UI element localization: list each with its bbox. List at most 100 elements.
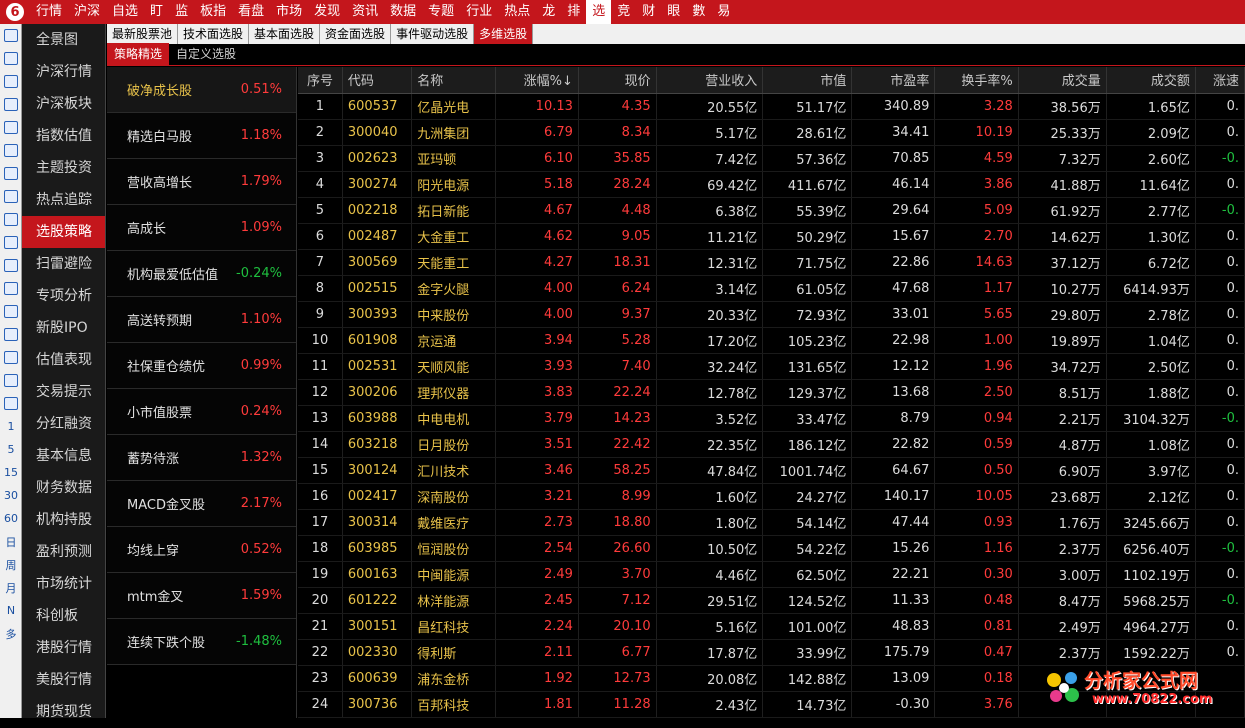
sort-icon[interactable] — [0, 323, 22, 346]
col-turnover-header[interactable]: 换手率% — [934, 67, 1019, 94]
table-row[interactable]: 19 600163 中闽能源 2.49 3.70 4.46亿 62.50亿 22.21 0.30… — [298, 561, 1245, 588]
period-button[interactable]: 日 — [0, 530, 22, 553]
category-tab[interactable]: 资金面选股 — [320, 24, 392, 44]
table-row[interactable]: 12 300206 理邦仪器 3.83 22.24 12.78亿 129.37亿 13.68 2… — [298, 379, 1245, 406]
left-nav-item[interactable]: 扫雷避险 — [22, 248, 105, 280]
period-button[interactable]: 周 — [0, 553, 22, 576]
period-button[interactable]: 月 — [0, 576, 22, 599]
col-price-header[interactable]: 现价 — [578, 67, 657, 94]
left-nav-item[interactable]: 选股策略 — [22, 216, 105, 248]
down-icon[interactable] — [0, 70, 22, 93]
mode-tab[interactable]: 策略精选 — [107, 43, 170, 65]
table-row[interactable]: 15 300124 汇川技术 3.46 58.25 47.84亿 1001.74亿 64.67… — [298, 457, 1245, 484]
table-row[interactable]: 16 002417 深南股份 3.21 8.99 1.60亿 24.27亿 140.17 10.… — [298, 483, 1245, 510]
col-change-header[interactable]: 涨幅%↓ — [495, 67, 579, 94]
strategy-item[interactable]: 精选白马股 1.18% — [107, 113, 296, 159]
left-nav-item[interactable]: 基本信息 — [22, 440, 105, 472]
report-icon[interactable] — [0, 93, 22, 116]
col-speed-header[interactable]: 涨速 — [1195, 67, 1245, 94]
left-nav-item[interactable]: 全景图 — [22, 24, 105, 56]
top-nav-item[interactable]: 行业 — [460, 0, 498, 24]
table-row[interactable]: 18 603985 恒润股份 2.54 26.60 10.50亿 54.22亿 15.26 1.… — [298, 535, 1245, 562]
table-row[interactable]: 7 300569 天能重工 4.27 18.31 12.31亿 71.75亿 22.86 14.… — [298, 249, 1245, 276]
strategy-item[interactable]: 小市值股票 0.24% — [107, 389, 296, 435]
strategy-item[interactable]: 营收高增长 1.79% — [107, 159, 296, 205]
strategy-item[interactable]: mtm金叉 1.59% — [107, 573, 296, 619]
top-nav-item[interactable]: 数据 — [384, 0, 422, 24]
table-row[interactable]: 1 600537 亿晶光电 10.13 4.35 20.55亿 51.17亿 340.89 3.… — [298, 93, 1245, 120]
left-nav-item[interactable]: 估值表现 — [22, 344, 105, 376]
col-amount-header[interactable]: 成交额 — [1106, 67, 1196, 94]
target-icon[interactable] — [0, 277, 22, 300]
table-row[interactable]: 3 002623 亚玛顿 6.10 35.85 7.42亿 57.36亿 70.85 4.59 7… — [298, 145, 1245, 172]
chart-line-icon[interactable] — [0, 139, 22, 162]
table-row[interactable]: 20 601222 林洋能源 2.45 7.12 29.51亿 124.52亿 11.33 0.… — [298, 587, 1245, 614]
top-nav-item[interactable]: 市场 — [270, 0, 308, 24]
left-nav-item[interactable]: 财务数据 — [22, 472, 105, 504]
table-row[interactable]: 8 002515 金字火腿 4.00 6.24 3.14亿 61.05亿 47.68 1.17 1… — [298, 275, 1245, 302]
col-volume-header[interactable]: 成交量 — [1018, 67, 1107, 94]
strategy-item[interactable]: 破净成长股 0.51% — [107, 67, 296, 113]
top-nav-item[interactable]: 热点 — [498, 0, 536, 24]
table-row[interactable]: 6 002487 大金重工 4.62 9.05 11.21亿 50.29亿 15.67 2.70… — [298, 223, 1245, 250]
period-button[interactable]: 5 — [0, 438, 22, 461]
top-nav-item[interactable]: 财 — [636, 0, 661, 24]
top-nav-item[interactable]: 选 — [586, 0, 612, 24]
left-nav-item[interactable]: 交易提示 — [22, 376, 105, 408]
top-nav-item[interactable]: 专题 — [422, 0, 460, 24]
left-nav-item[interactable]: 热点追踪 — [22, 184, 105, 216]
table-row[interactable]: 5 002218 拓日新能 4.67 4.48 6.38亿 55.39亿 29.64 5.09 6… — [298, 197, 1245, 224]
col-revenue-header[interactable]: 营业收入 — [656, 67, 764, 94]
strategy-item[interactable]: 连续下跌个股 -1.48% — [107, 619, 296, 665]
left-nav-item[interactable]: 分红融资 — [22, 408, 105, 440]
top-nav-item[interactable]: 监 — [169, 0, 194, 24]
pen-icon[interactable] — [0, 369, 22, 392]
left-nav-item[interactable]: 期货现货 — [22, 696, 105, 728]
left-nav-item[interactable]: 科创板 — [22, 600, 105, 632]
top-nav-item[interactable]: 行情 — [30, 0, 68, 24]
table-row[interactable]: 4 300274 阳光电源 5.18 28.24 69.42亿 411.67亿 46.14 3.… — [298, 171, 1245, 198]
category-tab[interactable]: 多维选股 — [474, 24, 534, 44]
table-row[interactable]: 10 601908 京运通 3.94 5.28 17.20亿 105.23亿 22.98 1.0… — [298, 327, 1245, 354]
app-logo[interactable]: 6 — [0, 0, 30, 24]
left-nav-item[interactable]: 新股IPO — [22, 312, 105, 344]
left-nav-item[interactable]: 沪深板块 — [22, 88, 105, 120]
strategy-item[interactable]: 高成长 1.09% — [107, 205, 296, 251]
left-nav-item[interactable]: 盈利预测 — [22, 536, 105, 568]
export-icon[interactable] — [0, 346, 22, 369]
top-nav-item[interactable]: 竞 — [611, 0, 636, 24]
refresh-icon[interactable] — [0, 392, 22, 415]
col-code-header[interactable]: 代码 — [342, 67, 413, 94]
table-row[interactable]: 13 603988 中电电机 3.79 14.23 3.52亿 33.47亿 8.79 0.94… — [298, 405, 1245, 432]
list-icon[interactable] — [0, 300, 22, 323]
top-nav-item[interactable]: 沪深 — [68, 0, 106, 24]
category-tab[interactable]: 最新股票池 — [107, 24, 179, 44]
table-row[interactable]: 22 002330 得利斯 2.11 6.77 17.87亿 33.99亿 175.79 0.4… — [298, 639, 1245, 666]
table-row[interactable]: 17 300314 戴维医疗 2.73 18.80 1.80亿 54.14亿 47.44 0.9… — [298, 509, 1245, 536]
table-row[interactable]: 23 600639 浦东金桥 1.92 12.73 20.08亿 142.88亿 13.09 0… — [298, 665, 1245, 692]
top-nav-item[interactable]: 发现 — [308, 0, 346, 24]
period-button[interactable]: 60 — [0, 507, 22, 530]
category-tab[interactable]: 基本面选股 — [249, 24, 321, 44]
up-icon[interactable] — [0, 47, 22, 70]
col-market-cap-header[interactable]: 市值 — [762, 67, 853, 94]
table-row[interactable]: 11 002531 天顺风能 3.93 7.40 32.24亿 131.65亿 12.12 1.… — [298, 353, 1245, 380]
strategy-item[interactable]: 社保重仓绩优 0.99% — [107, 343, 296, 389]
grid-icon[interactable] — [0, 116, 22, 139]
category-tab[interactable]: 事件驱动选股 — [391, 24, 475, 44]
left-nav-item[interactable]: 美股行情 — [22, 664, 105, 696]
strategy-item[interactable]: MACD金叉股 2.17% — [107, 481, 296, 527]
left-nav-item[interactable]: 专项分析 — [22, 280, 105, 312]
top-nav-item[interactable]: 排 — [561, 0, 586, 24]
category-tab[interactable]: 技术面选股 — [178, 24, 250, 44]
strategy-item[interactable]: 机构最爱低估值 -0.24% — [107, 251, 296, 297]
strategy-item[interactable]: 高送转预期 1.10% — [107, 297, 296, 343]
kline-icon[interactable] — [0, 162, 22, 185]
col-index-header[interactable]: 序号 — [298, 67, 343, 94]
left-nav-item[interactable]: 市场统计 — [22, 568, 105, 600]
top-nav-item[interactable]: 盯 — [144, 0, 169, 24]
f11-icon[interactable] — [0, 254, 22, 277]
period-button[interactable]: 15 — [0, 461, 22, 484]
top-nav-item[interactable]: 自选 — [106, 0, 144, 24]
top-nav-item[interactable]: 板指 — [194, 0, 232, 24]
